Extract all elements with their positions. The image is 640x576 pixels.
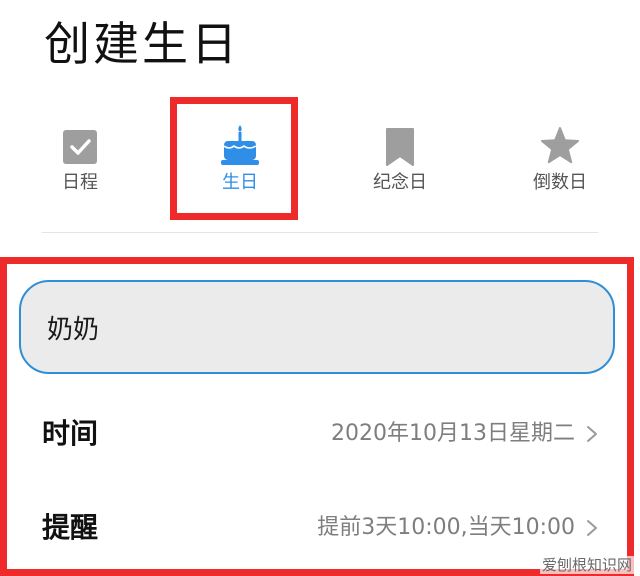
watermark: 爱刨根知识网 bbox=[539, 556, 634, 574]
divider bbox=[42, 232, 598, 233]
chevron-right-icon bbox=[586, 519, 598, 537]
tab-birthday[interactable]: 生日 bbox=[185, 118, 295, 208]
time-label: 时间 bbox=[42, 417, 99, 450]
time-row[interactable]: 时间 2020年10月13日星期二 bbox=[0, 404, 620, 464]
name-input[interactable] bbox=[19, 280, 615, 374]
tab-label: 日程 bbox=[62, 172, 98, 193]
chevron-right-icon bbox=[586, 425, 598, 443]
reminder-label: 提醒 bbox=[42, 511, 99, 544]
calendar-check-icon bbox=[60, 124, 100, 168]
tab-schedule[interactable]: 日程 bbox=[25, 118, 135, 208]
birthday-cake-icon bbox=[220, 124, 260, 168]
tab-label: 生日 bbox=[222, 172, 258, 193]
tab-label: 纪念日 bbox=[373, 172, 427, 193]
tab-countdown[interactable]: 倒数日 bbox=[505, 118, 615, 208]
time-value: 2020年10月13日星期二 bbox=[331, 421, 575, 446]
reminder-value: 提前3天10:00,当天10:00 bbox=[317, 515, 575, 540]
event-type-tabs: 日程 生日 纪念日 倒数日 bbox=[0, 118, 640, 208]
tab-anniversary[interactable]: 纪念日 bbox=[345, 118, 455, 208]
tab-label: 倒数日 bbox=[533, 172, 587, 193]
page-title: 创建生日 bbox=[44, 17, 240, 71]
bookmark-icon bbox=[380, 124, 420, 168]
star-icon bbox=[540, 124, 580, 168]
reminder-row[interactable]: 提醒 提前3天10:00,当天10:00 bbox=[0, 498, 620, 558]
